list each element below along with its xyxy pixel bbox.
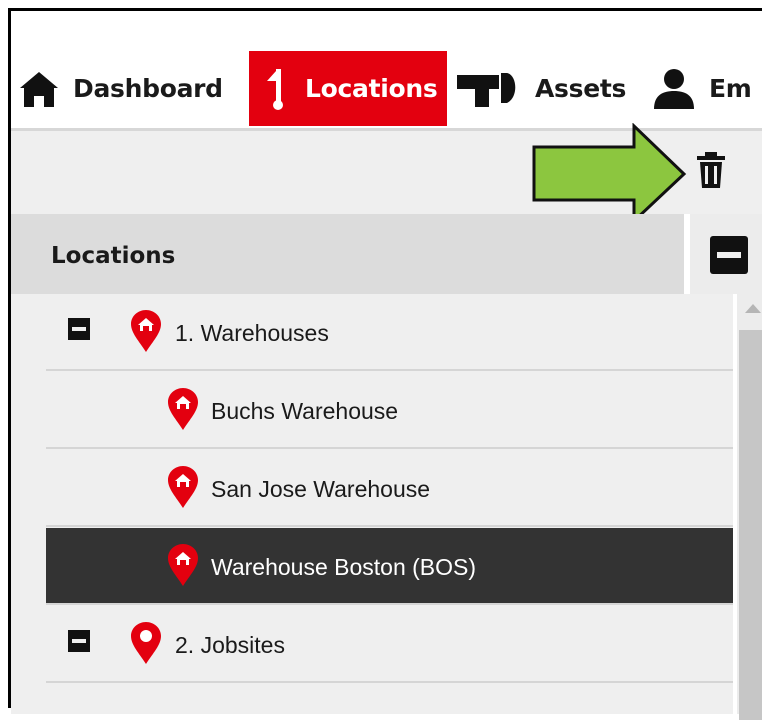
green-arrow-annotation (532, 123, 687, 223)
scroll-thumb[interactable] (739, 330, 762, 720)
tree-row-label: Warehouse Boston (BOS) (211, 554, 477, 580)
nav-label-assets: Assets (535, 74, 627, 103)
tree-row-jobsites[interactable]: 2. Jobsites (46, 606, 733, 683)
nav-item-assets[interactable]: Assets (455, 51, 640, 126)
tree-row-warehouses[interactable]: 1. Warehouses (46, 294, 733, 371)
warehouse-pin-icon (168, 466, 198, 508)
warehouse-pin-icon (168, 388, 198, 430)
nav-item-locations[interactable]: Locations (249, 51, 447, 126)
nav-item-employees[interactable]: Em (651, 51, 762, 126)
home-icon (20, 71, 58, 107)
trash-icon[interactable] (696, 151, 726, 189)
warehouse-pin-icon (131, 310, 161, 352)
tree-row-buchs-warehouse[interactable]: Buchs Warehouse (46, 372, 733, 449)
employee-icon (654, 68, 694, 109)
scroll-up-arrow-icon[interactable] (745, 304, 761, 313)
tree-row-label: San Jose Warehouse (211, 476, 431, 502)
collapse-toggle-icon[interactable] (68, 630, 90, 652)
location-flag-icon (267, 68, 283, 110)
nav-item-dashboard[interactable]: Dashboard (17, 51, 241, 126)
hammer-drill-icon (457, 72, 516, 107)
nav-label-dashboard: Dashboard (73, 74, 223, 103)
tree-row-label: 1. Warehouses (175, 320, 329, 346)
tree-row-san-jose-warehouse[interactable]: San Jose Warehouse (46, 450, 733, 527)
app-frame: Dashboard Locations Assets Em Locations … (8, 8, 762, 720)
location-tree: 1. Warehouses Buchs Warehouse San Jose W… (11, 294, 733, 714)
warehouse-pin-icon (168, 544, 198, 586)
tree-row-label: 2. Jobsites (175, 632, 285, 658)
collapse-all-button[interactable] (687, 214, 762, 294)
collapse-toggle-icon[interactable] (68, 318, 90, 340)
tree-row-label: Buchs Warehouse (211, 398, 399, 424)
main-nav: Dashboard Locations Assets Em (11, 51, 762, 126)
tree-scrollbar[interactable] (737, 294, 762, 720)
locations-panel-header: Locations (11, 214, 684, 294)
locations-panel-title: Locations (51, 243, 176, 269)
nav-label-employees: Em (709, 74, 752, 103)
location-pin-icon (131, 622, 161, 664)
minus-square-icon (710, 236, 748, 274)
nav-label-locations: Locations (305, 74, 438, 103)
tree-row-warehouse-boston[interactable]: Warehouse Boston (BOS) (46, 528, 733, 605)
